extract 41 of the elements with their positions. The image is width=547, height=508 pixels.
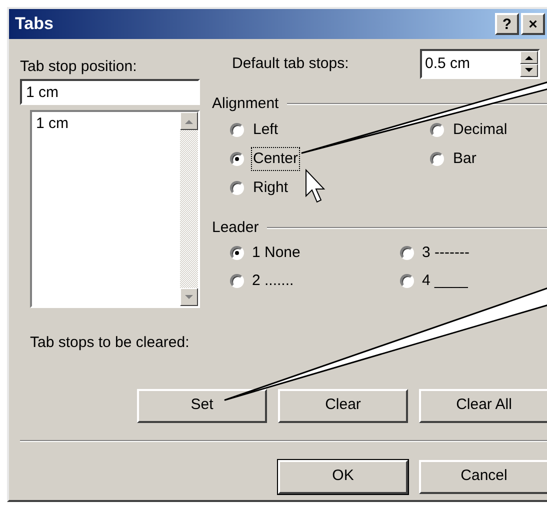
radio-label[interactable]: 2 ....... (251, 270, 295, 292)
dialog-button[interactable]: Clear (278, 388, 408, 422)
title-bar-button[interactable]: ? (495, 13, 519, 35)
up-arrow-icon (525, 55, 533, 60)
radio-label[interactable]: 1 None (251, 242, 302, 264)
title-bar-button[interactable]: × (521, 13, 545, 35)
radio-label[interactable]: 3 ------- (421, 242, 470, 264)
list-item[interactable]: 1 cm (36, 114, 180, 133)
down-arrow-icon (525, 68, 533, 73)
dialog-button[interactable]: OK (278, 460, 408, 494)
field-label: Default tab stops: (232, 54, 350, 74)
field-label: Tab stop position: (20, 58, 138, 76)
radio-label[interactable]: Right (251, 176, 290, 200)
tab-stop-field[interactable]: 1 cm (20, 79, 200, 105)
dialog-button[interactable]: Set (137, 388, 267, 422)
group-label: Leader (212, 218, 259, 238)
up-arrow-icon (185, 118, 193, 124)
radio-button[interactable] (430, 123, 444, 137)
radio-button[interactable] (230, 274, 244, 288)
radio-button[interactable] (430, 152, 444, 166)
radio-label[interactable]: Decimal (451, 118, 510, 142)
dialog-button[interactable]: Clear All (419, 388, 547, 422)
radio-button[interactable] (230, 152, 244, 166)
radio-button[interactable] (230, 246, 244, 260)
dialog-button[interactable]: Cancel (419, 460, 547, 494)
radio-button[interactable] (230, 181, 244, 195)
radio-label[interactable]: Center (251, 146, 300, 172)
radio-button[interactable] (400, 274, 414, 288)
tab-stop-list[interactable]: 1 cm (30, 110, 200, 308)
down-arrow-icon (185, 294, 193, 300)
group-label: Alignment (212, 94, 279, 114)
radio-label[interactable]: 4 ____ (421, 270, 469, 292)
radio-label[interactable]: Left (251, 118, 280, 142)
radio-button[interactable] (230, 123, 244, 137)
clear-list-label: Tab stops to be cleared: (30, 333, 190, 353)
radio-label[interactable]: Bar (451, 146, 478, 172)
radio-button[interactable] (400, 246, 414, 260)
default-tab-stops-spinner[interactable]: 0.5 cm (420, 49, 540, 79)
window-title: Tabs (15, 13, 54, 36)
scrollbar[interactable] (180, 112, 198, 306)
mouse-cursor-icon (306, 168, 326, 203)
